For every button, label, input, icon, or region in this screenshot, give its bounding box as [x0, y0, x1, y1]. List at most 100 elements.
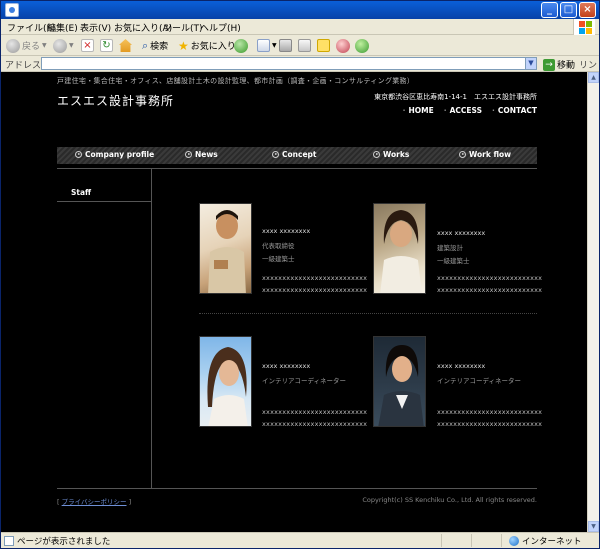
- home-button[interactable]: [119, 38, 132, 53]
- nav-work-flow[interactable]: Work flow: [459, 150, 511, 159]
- nav-label: Concept: [282, 150, 317, 159]
- messenger-button[interactable]: [355, 38, 369, 53]
- browser-window: _ □ × ファイル(F) 編集(E) 表示(V) お気に入り(A) ツール(T…: [0, 0, 600, 549]
- staff-photo-image: [208, 210, 246, 293]
- play-circle-icon: [373, 151, 380, 158]
- go-button[interactable]: → 移動: [543, 58, 575, 71]
- staff-name: xxxx xxxxxxxx: [262, 227, 311, 235]
- print-button[interactable]: [279, 38, 292, 53]
- play-circle-icon: [185, 151, 192, 158]
- staff-photo: [373, 203, 426, 294]
- back-button[interactable]: 戻る ▼: [6, 38, 47, 53]
- stop-button[interactable]: ×: [81, 38, 94, 53]
- staff-photo: [199, 336, 252, 427]
- site-name[interactable]: エスエス設計事務所: [57, 92, 174, 109]
- notes-button[interactable]: [317, 38, 330, 53]
- status-bar: ページが表示されました インターネット: [1, 532, 599, 548]
- nav-label: News: [195, 150, 218, 159]
- title-bar: _ □ ×: [1, 1, 599, 19]
- staff-detail: xxxxxxxxxxxxxxxxxxxxxxxxxx: [262, 274, 368, 282]
- nav-news[interactable]: News: [185, 150, 218, 159]
- menu-edit[interactable]: 編集(E): [47, 21, 78, 34]
- nav-access[interactable]: ACCESS: [444, 106, 482, 115]
- top-nav: HOME ACCESS CONTACT: [403, 106, 538, 115]
- refresh-icon: ↻: [100, 39, 113, 52]
- menu-view[interactable]: 表示(V): [80, 21, 111, 34]
- print-icon: [279, 39, 292, 52]
- divider: [441, 534, 442, 547]
- staff-detail: xxxxxxxxxxxxxxxxxxxxxxxxxx: [262, 286, 368, 294]
- mail-button[interactable]: ▼: [257, 38, 277, 53]
- bracket: ]: [128, 498, 132, 506]
- site-address: 東京都渋谷区恵比寿南1-14-1 エスエス設計事務所: [374, 93, 537, 101]
- staff-qualification: 一級建築士: [437, 257, 470, 265]
- nav-home[interactable]: HOME: [403, 106, 434, 115]
- scroll-down-icon[interactable]: ▼: [588, 521, 599, 532]
- vertical-scrollbar[interactable]: ▲ ▼: [587, 72, 599, 532]
- favorites-label: お気に入り: [190, 42, 236, 52]
- nav-label: Work flow: [469, 150, 512, 159]
- chevron-down-icon[interactable]: ▼: [525, 58, 536, 69]
- staff-detail: xxxxxxxxxxxxxxxxxxxxxxxxxx: [437, 274, 543, 282]
- play-circle-icon: [75, 151, 82, 158]
- chevron-down-icon: ▼: [69, 42, 74, 49]
- footer-links: [ プライバシーポリシー ]: [57, 496, 131, 506]
- play-circle-icon: [272, 151, 279, 158]
- close-button[interactable]: ×: [579, 2, 596, 18]
- menu-help[interactable]: ヘルプ(H): [200, 21, 241, 34]
- edit-icon: [298, 39, 311, 52]
- toolbar: 戻る ▼ ▼ × ↻ ⌕ 検索 ★ お気に入り ▼: [1, 35, 599, 56]
- nav-works[interactable]: Works: [373, 150, 409, 159]
- forward-button[interactable]: ▼: [53, 38, 74, 53]
- staff-separator: [199, 313, 537, 314]
- menu-tools[interactable]: ツール(T): [163, 21, 203, 34]
- play-circle-icon: [459, 151, 466, 158]
- globe-icon: [509, 536, 519, 546]
- staff-role: 建築設計: [437, 244, 463, 252]
- home-icon: [119, 39, 132, 52]
- search-button[interactable]: ⌕ 検索: [142, 38, 168, 53]
- search-icon: ⌕: [142, 38, 149, 52]
- staff-detail: xxxxxxxxxxxxxxxxxxxxxxxxxx: [437, 286, 543, 294]
- back-label: 戻る: [22, 42, 41, 52]
- address-input[interactable]: ▼: [41, 57, 537, 70]
- staff-photo-image: [380, 210, 422, 293]
- windows-logo-icon: [573, 19, 595, 35]
- nav-concept[interactable]: Concept: [272, 150, 316, 159]
- web-page: 戸建住宅・集合住宅・オフィス、店舗設計土木の設計監理、都市計画（調査・企画・コン…: [1, 72, 587, 532]
- page-icon: [4, 536, 14, 546]
- go-label: 移動: [557, 61, 576, 71]
- divider: [57, 201, 151, 202]
- staff-photo-image: [207, 347, 248, 426]
- edit-button[interactable]: [298, 38, 311, 53]
- divider: [57, 488, 537, 489]
- staff-role: インテリアコーディネーター: [437, 377, 522, 385]
- history-button[interactable]: [234, 38, 248, 53]
- staff-photo: [199, 203, 252, 294]
- staff-detail: xxxxxxxxxxxxxxxxxxxxxxxxxx: [437, 420, 543, 428]
- bracket: [: [57, 498, 60, 506]
- zone-label: インターネット: [522, 537, 582, 547]
- staff-photo-image: [378, 345, 424, 426]
- minimize-button[interactable]: _: [541, 2, 558, 18]
- privacy-policy-link[interactable]: プライバシーポリシー: [62, 498, 127, 506]
- staff-detail: xxxxxxxxxxxxxxxxxxxxxxxxxx: [437, 408, 543, 416]
- page-viewport: 戸建住宅・集合住宅・オフィス、店舗設計土木の設計監理、都市計画（調査・企画・コン…: [1, 72, 587, 532]
- nav-contact[interactable]: CONTACT: [492, 106, 537, 115]
- sidebar-item-staff[interactable]: Staff: [71, 188, 91, 197]
- nav-company-profile[interactable]: Company profile: [75, 150, 154, 159]
- messenger-icon: [355, 38, 369, 53]
- mail-icon: [257, 39, 270, 52]
- window-controls: _ □ ×: [541, 2, 596, 18]
- scroll-up-icon[interactable]: ▲: [588, 72, 599, 83]
- nav-label: Company profile: [85, 150, 155, 159]
- research-icon: [336, 38, 350, 53]
- refresh-button[interactable]: ↻: [100, 38, 113, 53]
- status-text: ページが表示されました: [17, 537, 111, 547]
- research-button[interactable]: [336, 38, 350, 53]
- maximize-button[interactable]: □: [560, 2, 577, 18]
- staff-name: xxxx xxxxxxxx: [262, 362, 311, 370]
- divider: [501, 534, 502, 547]
- back-arrow-icon: [6, 38, 20, 53]
- favorites-button[interactable]: ★ お気に入り: [178, 38, 236, 53]
